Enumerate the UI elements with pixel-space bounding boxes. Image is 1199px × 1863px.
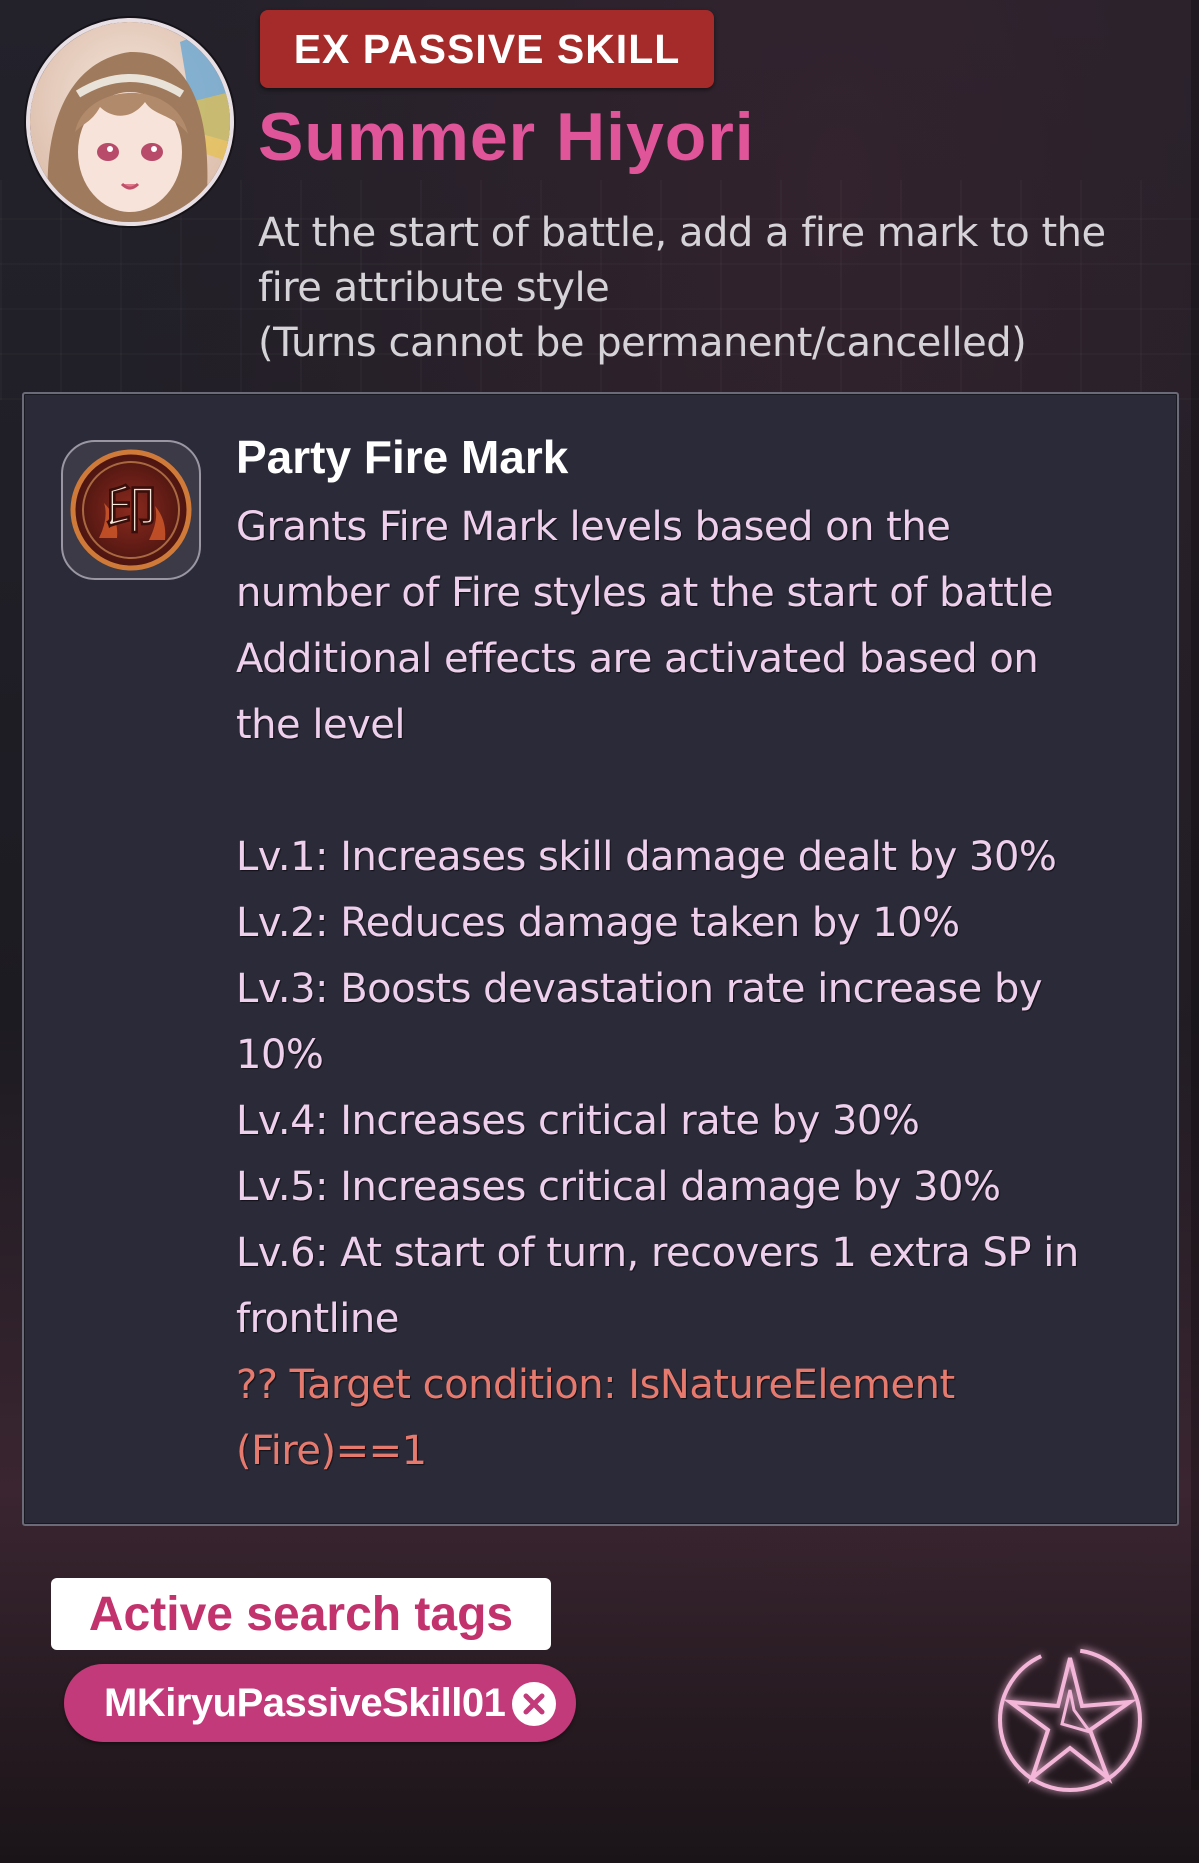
skill-detail-panel: 印 Party Fire Mark Grants Fire Mark level… — [22, 392, 1179, 1526]
level-line: Lv.2: Reduces damage taken by 10% — [236, 900, 960, 946]
character-skill-description: At the start of battle, add a fire mark … — [258, 206, 1178, 371]
skill-line: number of Fire styles at the start of ba… — [236, 570, 1054, 616]
search-tag-text: MKiryuPassiveSkill01 — [104, 1680, 506, 1725]
fire-mark-seal-icon: 印 — [61, 440, 201, 580]
level-line: Lv.4: Increases critical rate by 30% — [236, 1098, 920, 1144]
character-avatar[interactable] — [26, 18, 234, 226]
description-line: fire attribute style — [258, 265, 610, 311]
level-line: frontline — [236, 1296, 399, 1342]
shuriken-star-icon — [998, 1648, 1142, 1792]
skill-line: Additional effects are activated based o… — [236, 636, 1039, 682]
target-condition-line: (Fire)==1 — [236, 1428, 427, 1474]
character-name: Summer Hiyori — [258, 99, 755, 175]
seal-glyph: 印 — [105, 481, 157, 541]
active-search-tags-label: Active search tags — [51, 1578, 551, 1650]
description-line: (Turns cannot be permanent/cancelled) — [258, 320, 1027, 366]
target-condition-line: ?? Target condition: IsNatureElement — [236, 1362, 955, 1408]
avatar-portrait-icon — [30, 22, 230, 222]
skill-line: the level — [236, 702, 405, 748]
scrollbar[interactable] — [1191, 0, 1199, 1790]
level-line: Lv.1: Increases skill damage dealt by 30… — [236, 834, 1057, 880]
level-line: 10% — [236, 1032, 324, 1078]
star-emblem-button[interactable] — [990, 1640, 1150, 1800]
skill-type-badge: EX PASSIVE SKILL — [260, 10, 714, 88]
description-line: At the start of battle, add a fire mark … — [258, 210, 1106, 256]
skill-description: Grants Fire Mark levels based on the num… — [236, 494, 1166, 1484]
skill-title: Party Fire Mark — [236, 431, 569, 483]
skill-detail-screen: EX PASSIVE SKILL Summer Hiyori At the st… — [0, 0, 1199, 1863]
skill-line: Grants Fire Mark levels based on the — [236, 504, 951, 550]
level-line: Lv.3: Boosts devastation rate increase b… — [236, 966, 1043, 1012]
search-tag-chip[interactable]: MKiryuPassiveSkill01 — [64, 1664, 576, 1742]
remove-tag-close-icon[interactable] — [512, 1682, 556, 1726]
level-line: Lv.5: Increases critical damage by 30% — [236, 1164, 1001, 1210]
level-line: Lv.6: At start of turn, recovers 1 extra… — [236, 1230, 1079, 1276]
